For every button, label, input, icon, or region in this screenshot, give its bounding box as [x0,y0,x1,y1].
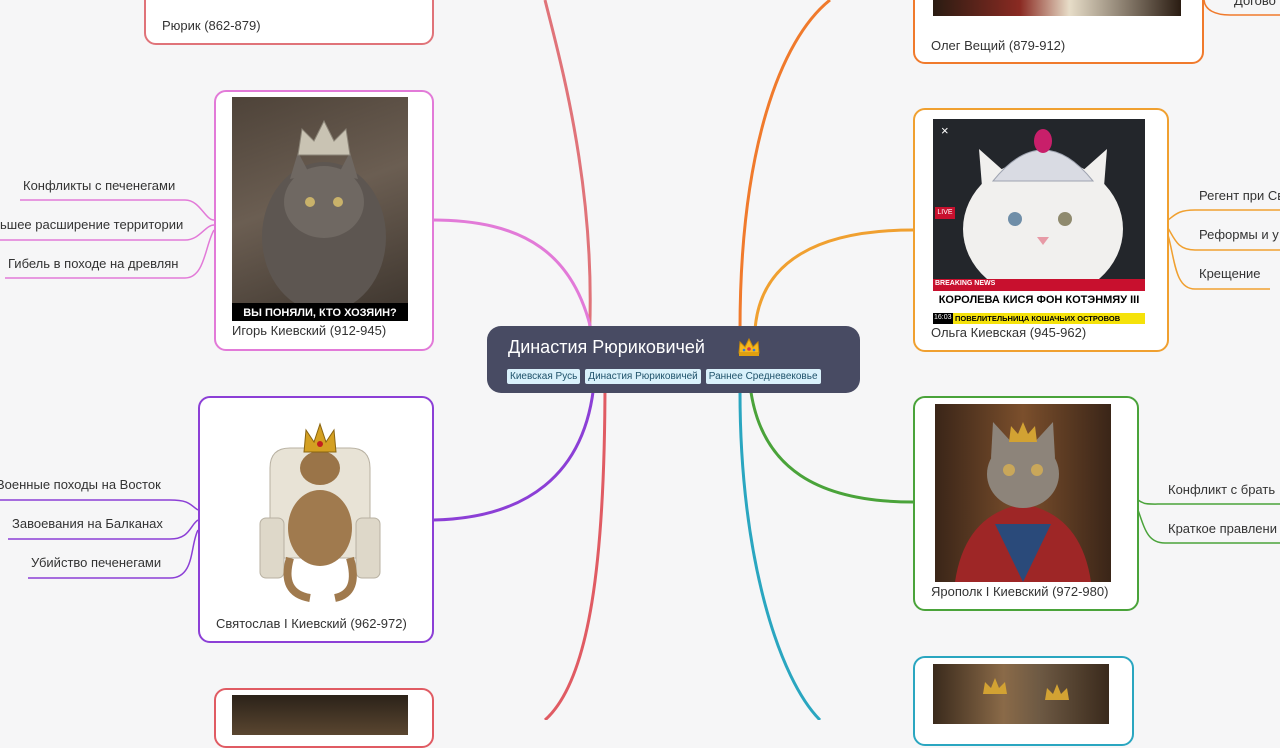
node-rurik[interactable]: Рюрик (862-879) [144,0,434,45]
oleg-cat-image [933,0,1181,16]
news-headline: КОРОЛЕВА КИСЯ ФОН КОТЭНМЯУ III [938,294,1140,306]
node-bottom-left[interactable] [214,688,434,748]
node-caption: Рюрик (862-879) [162,18,261,33]
root-node[interactable]: Династия Рюриковичей Киевская Русь Динас… [487,326,860,393]
olga-news-cat-image: × LIVE BREAKING NEWS КОРОЛЕВА КИСЯ ФОН К… [933,119,1145,324]
root-title: Династия Рюриковичей [508,337,705,357]
breaking-news-label: BREAKING NEWS [935,280,996,287]
svyatoslav-child-east[interactable]: Военные походы на Восток [0,477,161,492]
live-badge: LIVE [937,209,953,216]
olga-child-reforms[interactable]: Реформы и у [1199,227,1279,242]
bottom-right-cats-image [933,664,1109,724]
yaropolk-child-short-reign[interactable]: Краткое правлени [1168,521,1277,536]
root-tags: Киевская Русь Династия Рюриковичей Ранне… [507,369,821,384]
node-caption: Олег Вещий (879-912) [931,38,1066,53]
node-olga[interactable]: × LIVE BREAKING NEWS КОРОЛЕВА КИСЯ ФОН К… [913,108,1169,352]
link-yaropolk [748,384,914,504]
node-caption: Ольга Киевская (945-962) [931,325,1087,340]
node-yaropolk[interactable]: Ярополк I Киевский (972-980) [913,396,1139,611]
close-icon: × [941,123,949,138]
olga-child-baptism[interactable]: Крещение [1199,266,1260,281]
igor-image-caption: ВЫ ПОНЯЛИ, КТО ХОЗЯИН? [243,307,397,319]
bottom-left-cat-image [232,695,408,735]
oleg-child-treaty[interactable]: Догово [1234,0,1276,8]
node-igor[interactable]: ВЫ ПОНЯЛИ, КТО ХОЗЯИН? Игорь Киевский (9… [214,90,434,351]
link-olga [753,228,914,331]
igor-child-pechenegs[interactable]: Конфликты с печенегами [23,178,175,193]
node-caption: Ярополк I Киевский (972-980) [931,584,1109,599]
svyatoslav-child-killed[interactable]: Убийство печенегами [31,555,161,570]
svyatoslav-child-balkans[interactable]: Завоевания на Балканах [12,516,163,531]
tag[interactable]: Раннее Средневековье [705,369,821,384]
igor-child-death[interactable]: Гибель в походе на древлян [8,256,179,271]
crown-icon [738,337,760,356]
node-oleg[interactable]: Олег Вещий (879-912) [913,0,1204,64]
yaropolk-cat-image [935,404,1111,582]
igor-child-expansion[interactable]: ьшее расширение территории [0,217,183,232]
link-oleg [738,0,831,331]
node-svyatoslav[interactable]: Святослав I Киевский (962-972) [198,396,434,643]
link-bottom-left [544,379,607,720]
news-time: 16:03 [934,314,952,321]
node-bottom-right[interactable] [913,656,1134,746]
igor-cat-photo: ВЫ ПОНЯЛИ, КТО ХОЗЯИН? [232,97,408,321]
tag[interactable]: Киевская Русь [507,369,581,384]
olga-child-regent[interactable]: Регент при Св [1199,188,1280,203]
tag[interactable]: Династия Рюриковичей [585,369,701,384]
yaropolk-child-conflict[interactable]: Конфликт с брать [1168,482,1275,497]
link-bottom-right [738,391,822,720]
svyatoslav-cat-throne-image [240,408,400,604]
news-ticker: ПОВЕЛИТЕЛЬНИЦА КОШАЧЬИХ ОСТРОВОВ [955,314,1121,323]
node-caption: Игорь Киевский (912-945) [232,323,387,338]
node-caption: Святослав I Киевский (962-972) [216,616,407,631]
